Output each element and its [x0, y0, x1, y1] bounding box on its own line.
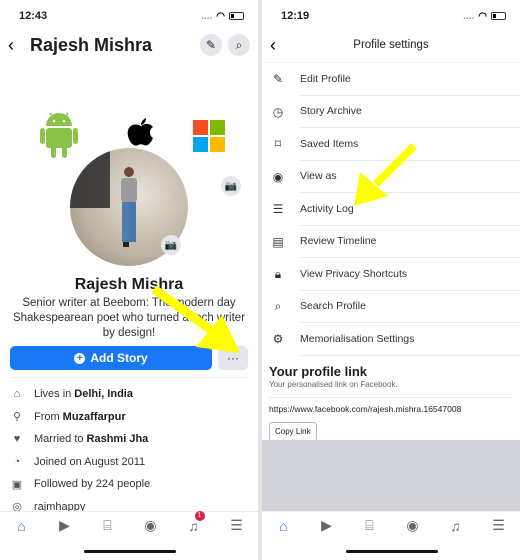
tab-watch[interactable]: ▶	[315, 514, 339, 538]
profile-settings-screen: 12:19 .... ◠ ‹ Profile settings ✎ Edit Pro…	[262, 0, 520, 560]
menu-icon: ☰	[230, 517, 243, 533]
bottom-tab-bar: ⌂ ▶ ⌸ ◉ ♫ ☰	[262, 511, 520, 539]
settings-item-search-profile[interactable]: ⌕ Search Profile	[262, 291, 520, 323]
home-indicator	[346, 550, 438, 553]
home-indicator	[84, 550, 176, 553]
pencil-icon: ✎	[272, 72, 284, 87]
profile-camera-button[interactable]: 📷	[161, 235, 181, 255]
search-icon: ⌕	[274, 299, 282, 314]
heart-icon: ♥	[13, 433, 21, 446]
wifi-icon: ◠	[216, 10, 225, 22]
tab-profile[interactable]: ◉	[401, 514, 425, 538]
apple-logo	[127, 118, 153, 146]
tab-home[interactable]: ⌂	[10, 514, 34, 538]
tab-home[interactable]: ⌂	[272, 514, 296, 538]
tab-watch[interactable]: ▶	[53, 514, 77, 538]
search-button[interactable]: ⌕	[228, 34, 250, 56]
overlay-area	[262, 440, 520, 512]
back-button[interactable]: ‹	[8, 35, 28, 56]
location-pin-icon: ⚲	[12, 411, 22, 424]
settings-item-privacy-shortcuts[interactable]: 🔒︎ View Privacy Shortcuts	[262, 258, 520, 291]
profile-icon: ◉	[406, 517, 419, 533]
profile-header: ‹ Rajesh Mishra ✎ ⌕	[0, 32, 258, 58]
microsoft-logo	[193, 120, 225, 152]
settings-item-review-timeline[interactable]: ▤ Review Timeline	[262, 226, 520, 258]
tab-notifications[interactable]: ♫	[444, 514, 468, 538]
tab-menu[interactable]: ☰	[225, 514, 249, 538]
settings-item-memorialisation[interactable]: ⚙ Memorialisation Settings	[262, 323, 520, 356]
home-icon: ⌂	[279, 517, 288, 534]
tab-marketplace[interactable]: ⌸	[96, 514, 120, 538]
info-row-from: ⚲ From Muzaffarpur	[10, 406, 248, 429]
list-icon: ☰	[272, 202, 284, 217]
divider	[10, 377, 248, 378]
profile-link-url: https://www.facebook.com/rajesh.mishra.1…	[269, 396, 513, 414]
camera-icon: 📷	[224, 180, 238, 192]
tab-profile[interactable]: ◉	[139, 514, 163, 538]
store-icon: ⌸	[365, 517, 374, 533]
review-timeline-icon: ▤	[272, 234, 284, 249]
tab-notifications[interactable]: ♫ 1	[182, 510, 206, 538]
wifi-icon: ◠	[478, 10, 487, 22]
bottom-tab-bar: ⌂ ▶ ⌸ ◉ ♫ 1 ☰	[0, 510, 258, 539]
status-bar: 12:43 .... ◠	[0, 0, 258, 32]
copy-link-button[interactable]: Copy Link	[269, 421, 317, 441]
info-row-joined: ◔ Joined on August 2011	[10, 451, 248, 474]
cover-camera-button[interactable]: 📷	[221, 176, 241, 196]
bell-icon: ♫	[450, 517, 461, 534]
profile-link-subtitle: Your personalised link on Facebook.	[269, 379, 398, 389]
add-story-button[interactable]: + Add Story	[10, 346, 212, 370]
profile-link-title: Your profile link	[269, 363, 367, 379]
intro-list: ⌂ Lives in Delhi, India ⚲ From Muzaffarpur ♥…	[10, 383, 248, 518]
person-photo	[121, 167, 137, 247]
status-time: 12:19	[281, 10, 310, 22]
pencil-icon: ✎	[205, 38, 217, 52]
settings-item-saved-items[interactable]: ⌑ Saved Items	[262, 128, 520, 161]
followers-icon: ▣	[11, 478, 23, 491]
battery-icon	[229, 12, 244, 20]
page-title: Rajesh Mishra	[30, 34, 153, 55]
battery-icon	[491, 12, 506, 20]
info-row-lives: ⌂ Lives in Delhi, India	[10, 383, 248, 406]
eye-icon: ◉	[272, 169, 284, 184]
status-bar: 12:19 .... ◠	[262, 0, 520, 32]
lock-icon: 🔒︎	[274, 266, 282, 281]
settings-item-view-as[interactable]: ◉ View as	[262, 161, 520, 193]
profile-screen: 12:43 .... ◠ ‹ Rajesh Mishra ✎ ⌕ 📷 📷 Raj…	[0, 0, 258, 560]
clock-icon: ◔	[13, 455, 21, 468]
bookmark-icon: ⌑	[274, 137, 282, 152]
settings-item-story-archive[interactable]: ◷ Story Archive	[262, 96, 520, 128]
tab-marketplace[interactable]: ⌸	[358, 514, 382, 538]
info-row-followers: ▣ Followed by 224 people	[11, 478, 151, 491]
plus-icon: +	[74, 352, 86, 364]
tab-menu[interactable]: ☰	[487, 514, 511, 538]
home-icon: ⌂	[17, 517, 26, 534]
info-row-married: ♥ Married to Rashmi Jha	[10, 428, 248, 451]
menu-icon: ☰	[492, 517, 505, 533]
notification-badge: 1	[194, 510, 205, 521]
more-options-button[interactable]: ···	[218, 346, 248, 370]
search-icon: ⌕	[235, 37, 243, 52]
profile-name: Rajesh Mishra	[74, 276, 184, 293]
camera-icon: 📷	[164, 239, 178, 251]
back-button[interactable]: ‹	[270, 35, 290, 56]
home-icon: ⌂	[13, 388, 21, 401]
settings-item-edit-profile[interactable]: ✎ Edit Profile	[262, 63, 520, 96]
story-archive-icon: ◷	[272, 104, 284, 119]
settings-header: ‹ Profile settings	[262, 32, 520, 58]
signal-icon: ....	[201, 10, 213, 22]
profile-icon: ◉	[144, 517, 157, 533]
profile-bio: Senior writer at Beebom: The modern day …	[12, 297, 246, 339]
store-icon: ⌸	[103, 517, 112, 533]
signal-icon: ....	[463, 10, 475, 22]
page-title: Profile settings	[353, 39, 429, 51]
settings-list: ✎ Edit Profile ◷ Story Archive ⌑ Saved Item…	[262, 62, 520, 356]
profile-link-section: Your profile link Your personalised link…	[262, 356, 520, 441]
status-time: 12:43	[19, 10, 48, 22]
video-icon: ▶	[59, 517, 70, 533]
video-icon: ▶	[321, 517, 332, 533]
memorialisation-icon: ⚙	[272, 332, 284, 347]
settings-item-activity-log[interactable]: ☰ Activity Log	[262, 193, 520, 226]
edit-button[interactable]: ✎	[200, 34, 222, 56]
